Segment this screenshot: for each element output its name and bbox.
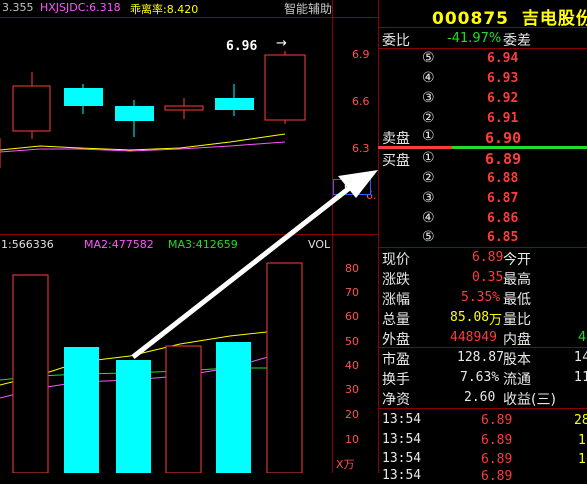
ask-level-5: ⑤ <box>422 50 435 66</box>
ask-price-2[interactable]: 6.91 <box>487 111 518 126</box>
quote-label-high: 最高 <box>503 272 531 288</box>
quote-value-outer: 448949 <box>450 330 497 345</box>
quote-label-volume: 总量 <box>382 312 410 328</box>
fund-label-pe: 市盈 <box>382 352 410 368</box>
weibi-label: 委比 <box>382 33 410 49</box>
weibi-value: -41.97% <box>447 31 502 46</box>
stock-code: 000875 <box>432 9 509 29</box>
ask-side-label: 卖盘 <box>382 131 410 147</box>
ask-price-4[interactable]: 6.93 <box>487 71 518 86</box>
quote-value-price: 6.89 <box>472 250 504 265</box>
tick-volume: 1 <box>578 433 586 448</box>
quote-value-volume: 85.08 <box>450 310 490 325</box>
fund-label-float: 流通 <box>503 372 531 388</box>
tick-time: 13:54 <box>382 451 422 466</box>
tick-volume: 28 <box>574 413 587 428</box>
ask-line <box>378 146 452 149</box>
bid-price-2[interactable]: 6.88 <box>487 171 518 186</box>
ask-price-5[interactable]: 6.94 <box>487 51 518 66</box>
quote-value-pct: 5.35% <box>461 290 501 305</box>
tick-price: 6.89 <box>481 433 513 448</box>
bid-price-1[interactable]: 6.89 <box>485 150 521 168</box>
tick-time: 13:54 <box>382 468 422 483</box>
tick-time: 13:54 <box>382 432 422 447</box>
quote-label-open: 今开 <box>503 252 531 268</box>
quote-label-pct: 涨幅 <box>382 292 410 308</box>
weicha-label: 委差 <box>503 33 531 49</box>
ask-level-2: ② <box>422 110 435 126</box>
quote-panel: 000875 吉电股份 委比 -41.97% 委差 ⑤ 6.94 ④ 6.93 … <box>378 0 587 484</box>
bid-level-3: ③ <box>422 190 435 206</box>
tick-price: 6.89 <box>481 413 513 428</box>
bid-level-5: ⑤ <box>422 229 435 245</box>
quote-label-change: 涨跌 <box>382 272 410 288</box>
quote-label-low: 最低 <box>503 292 531 308</box>
quote-value-inner: 4 <box>578 330 587 345</box>
fund-label-shares: 股本 <box>503 352 531 368</box>
ask-level-3: ③ <box>422 90 435 106</box>
quote-label-outer: 外盘 <box>382 332 410 348</box>
bid-side-label: 买盘 <box>382 153 410 169</box>
stock-name: 吉电股份 <box>521 9 587 29</box>
ask-price-3[interactable]: 6.92 <box>487 91 518 106</box>
ask-level-1: ① <box>422 128 435 144</box>
fund-value-nav: 2.60 <box>464 390 496 405</box>
quote-label-inner: 内盘 <box>503 332 531 348</box>
bid-price-5[interactable]: 6.85 <box>487 230 518 245</box>
ask-level-4: ④ <box>422 70 435 86</box>
tick-price: 6.89 <box>481 452 513 467</box>
fund-value-float: 11 <box>574 370 587 385</box>
fund-label-eps: 收益(三) <box>503 392 556 408</box>
fund-value-pe: 128.87 <box>457 350 504 365</box>
quote-volume-unit: 万 <box>489 313 503 328</box>
bid-level-1: ① <box>422 150 435 166</box>
bid-line <box>452 146 587 149</box>
fund-label-nav: 净资 <box>382 392 410 408</box>
bid-level-4: ④ <box>422 210 435 226</box>
kline-chart-area[interactable]: 3.355 HXJSJDC:6.318 乖离率:8.420 智能辅助 6.9 6… <box>0 0 378 473</box>
quote-value-change: 0.35 <box>472 270 504 285</box>
tick-time: 13:54 <box>382 412 422 427</box>
tick-volume: 1 <box>578 452 586 467</box>
fund-label-turnover: 换手 <box>382 372 410 388</box>
tick-price: 6.89 <box>481 469 513 484</box>
bid-level-2: ② <box>422 170 435 186</box>
ask-price-1[interactable]: 6.90 <box>485 129 521 147</box>
annotation-arrow <box>131 170 378 359</box>
bid-price-3[interactable]: 6.87 <box>487 191 518 206</box>
fund-value-turnover: 7.63% <box>460 370 500 385</box>
quote-label-price: 现价 <box>382 252 410 268</box>
fund-value-shares: 14 <box>574 350 587 365</box>
stock-title: 000875 吉电股份 <box>432 4 587 29</box>
quote-label-volratio: 量比 <box>503 312 531 328</box>
bid-price-4[interactable]: 6.86 <box>487 211 518 226</box>
